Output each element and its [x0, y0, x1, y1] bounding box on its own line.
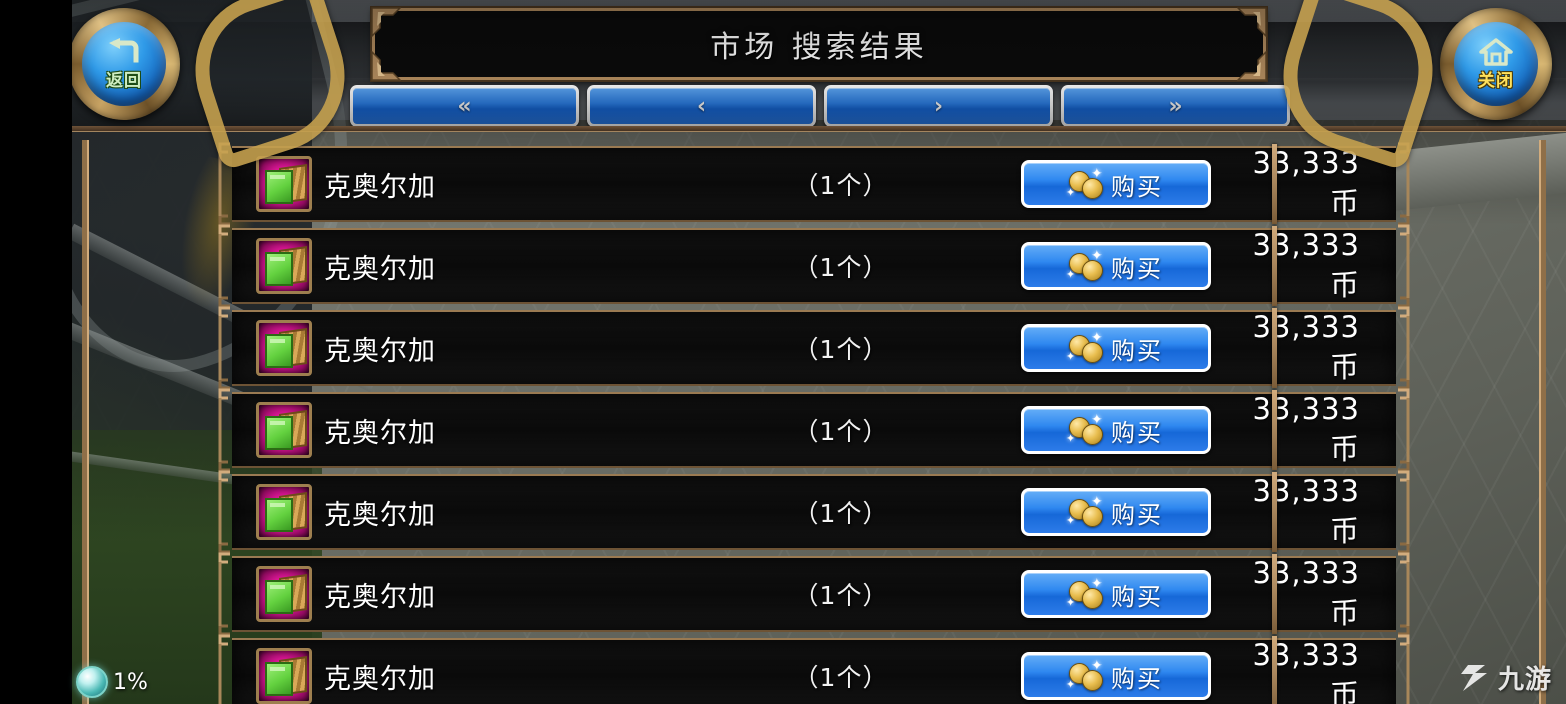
item-price: 33,333币 [1252, 474, 1360, 548]
item-cell: 克奥尔加 [232, 402, 686, 458]
listing-rows: 克奥尔加 （1个） ✦ ✦ 购买 33,333币 克奥尔加 （1个） ✦ ✦ 购买 33,333币 克奥… [218, 142, 1410, 704]
column-divider [1272, 554, 1277, 634]
close-button[interactable]: 关闭 [1454, 22, 1538, 106]
gold-coins-icon: ✦ ✦ [1066, 248, 1103, 281]
buy-button[interactable]: ✦ ✦ 购买 [1021, 160, 1211, 208]
item-cell: 克奥尔加 [232, 648, 686, 704]
column-divider [1272, 144, 1277, 224]
green-book-item-icon[interactable] [256, 566, 312, 622]
buy-button[interactable]: ✦ ✦ 购买 [1021, 488, 1211, 536]
gold-coins-icon: ✦ ✦ [1066, 412, 1103, 445]
close-button-group: 关闭 [1263, 0, 1552, 172]
green-book-item-icon[interactable] [256, 156, 312, 212]
buy-button[interactable]: ✦ ✦ 购买 [1021, 652, 1211, 700]
green-book-item-icon[interactable] [256, 402, 312, 458]
buy-button[interactable]: ✦ ✦ 购买 [1021, 324, 1211, 372]
item-price: 33,333币 [1252, 228, 1360, 302]
listing-row[interactable]: 克奥尔加 （1个） ✦ ✦ 购买 33,333币 [218, 552, 1410, 636]
item-quantity: （1个） [793, 417, 889, 446]
item-cell: 克奥尔加 [232, 484, 686, 540]
back-button[interactable]: 返回 [82, 22, 166, 106]
listing-row[interactable]: 克奥尔加 （1个） ✦ ✦ 购买 33,333币 [218, 224, 1410, 308]
gold-coins-icon: ✦ ✦ [1066, 494, 1103, 527]
column-divider [1272, 308, 1277, 388]
watermark-label: 九游 [1497, 665, 1552, 695]
site-watermark: 九游 [1458, 659, 1552, 696]
buy-cell: ✦ ✦ 购买 [996, 242, 1236, 290]
buy-cell: ✦ ✦ 购买 [996, 570, 1236, 618]
buy-button-label: 购买 [1111, 254, 1163, 283]
letterbox-bar-left [0, 0, 72, 704]
back-button-label: 返回 [106, 71, 142, 91]
gold-coins-icon: ✦ ✦ [1066, 658, 1103, 691]
buy-cell: ✦ ✦ 购买 [996, 652, 1236, 700]
column-divider [1272, 636, 1277, 704]
gold-coins-icon: ✦ ✦ [1066, 166, 1103, 199]
close-button-label: 关闭 [1478, 71, 1514, 91]
buy-button-label: 购买 [1111, 664, 1163, 693]
green-book-item-icon[interactable] [256, 238, 312, 294]
item-name: 克奥尔加 [324, 253, 436, 285]
listing-row[interactable]: 克奥尔加 （1个） ✦ ✦ 购买 33,333币 [218, 306, 1410, 390]
column-divider [1272, 390, 1277, 470]
item-quantity: （1个） [793, 499, 889, 528]
item-quantity: （1个） [793, 581, 889, 610]
item-cell: 克奥尔加 [232, 566, 686, 622]
buy-cell: ✦ ✦ 购买 [996, 160, 1236, 208]
buy-button-label: 购买 [1111, 500, 1163, 529]
orb-icon [76, 666, 108, 698]
progress-label: 1% [113, 669, 148, 695]
green-book-item-icon[interactable] [256, 484, 312, 540]
buy-button-label: 购买 [1111, 418, 1163, 447]
back-button-group: 返回 [68, 0, 365, 172]
buy-button[interactable]: ✦ ✦ 购买 [1021, 406, 1211, 454]
back-arrow-icon [109, 38, 139, 63]
listing-row[interactable]: 克奥尔加 （1个） ✦ ✦ 购买 33,333币 [218, 142, 1410, 226]
column-divider [1272, 472, 1277, 552]
buy-button[interactable]: ✦ ✦ 购买 [1021, 242, 1211, 290]
item-quantity: （1个） [793, 663, 889, 692]
buy-button-label: 购买 [1111, 172, 1163, 201]
green-book-item-icon[interactable] [256, 648, 312, 704]
item-name: 克奥尔加 [324, 499, 436, 531]
item-quantity: （1个） [793, 253, 889, 282]
item-price: 33,333币 [1252, 556, 1360, 630]
item-cell: 克奥尔加 [232, 238, 686, 294]
item-name: 克奥尔加 [324, 663, 436, 695]
game-screen: 市场 搜索结果 « ‹ › » 返回 [0, 0, 1566, 704]
item-cell: 克奥尔加 [232, 320, 686, 376]
item-quantity: （1个） [793, 171, 889, 200]
home-icon [1479, 38, 1513, 66]
item-quantity: （1个） [793, 335, 889, 364]
buy-button-label: 购买 [1111, 336, 1163, 365]
buy-cell: ✦ ✦ 购买 [996, 488, 1236, 536]
jiuyou-logo-icon [1458, 661, 1492, 695]
buy-cell: ✦ ✦ 购买 [996, 406, 1236, 454]
close-button-frame: 关闭 [1440, 8, 1552, 120]
progress-indicator: 1% [76, 666, 148, 698]
back-button-frame: 返回 [68, 8, 180, 120]
listing-row[interactable]: 克奥尔加 （1个） ✦ ✦ 购买 33,333币 [218, 470, 1410, 554]
search-results-panel: 克奥尔加 （1个） ✦ ✦ 购买 33,333币 克奥尔加 （1个） ✦ ✦ 购买 33,333币 克奥… [82, 140, 1546, 704]
item-price: 33,333币 [1252, 392, 1360, 466]
buy-cell: ✦ ✦ 购买 [996, 324, 1236, 372]
gold-coins-icon: ✦ ✦ [1066, 330, 1103, 363]
listing-row[interactable]: 克奥尔加 （1个） ✦ ✦ 购买 33,333币 [218, 388, 1410, 472]
column-divider [1272, 226, 1277, 306]
item-name: 克奥尔加 [324, 335, 436, 367]
gold-coins-icon: ✦ ✦ [1066, 576, 1103, 609]
buy-button-label: 购买 [1111, 582, 1163, 611]
green-book-item-icon[interactable] [256, 320, 312, 376]
item-name: 克奥尔加 [324, 581, 436, 613]
buy-button[interactable]: ✦ ✦ 购买 [1021, 570, 1211, 618]
item-cell: 克奥尔加 [232, 156, 686, 212]
item-name: 克奥尔加 [324, 171, 436, 203]
item-price: 33,333币 [1252, 310, 1360, 384]
item-name: 克奥尔加 [324, 417, 436, 449]
item-price: 33,333币 [1252, 638, 1360, 704]
listing-row[interactable]: 克奥尔加 （1个） ✦ ✦ 购买 33,333币 [218, 634, 1410, 704]
